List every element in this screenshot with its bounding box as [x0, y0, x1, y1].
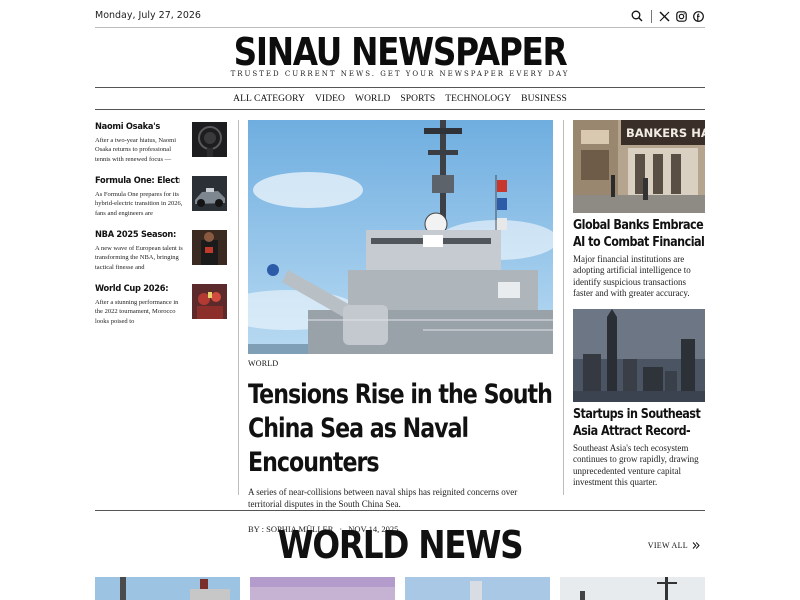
social-links: [630, 9, 705, 23]
featured-story: WORLD Tensions Rise in the South China S…: [248, 120, 553, 534]
world-news-cards: [95, 577, 705, 600]
x-twitter-icon[interactable]: [658, 10, 671, 23]
featured-summary: A series of near-collisions between nava…: [248, 487, 518, 509]
story-excerpt: As Formula One prepares for its hybrid-e…: [95, 191, 183, 217]
featured-headline[interactable]: Tensions Rise in the South China Sea as …: [248, 378, 553, 480]
nav-item-all-category[interactable]: ALL CATEGORY: [233, 94, 305, 104]
news-card-image[interactable]: [95, 577, 240, 600]
nav-item-video[interactable]: VIDEO: [315, 94, 345, 104]
facebook-icon[interactable]: [692, 10, 705, 23]
main-nav: ALL CATEGORY VIDEO WORLD SPORTS TECHNOLO…: [95, 87, 705, 110]
column-divider: [563, 120, 564, 495]
sidebar-stories: Naomi Osaka's After a two-year hiatus, N…: [95, 118, 230, 334]
story-thumbnail[interactable]: [192, 176, 227, 211]
story-excerpt: After a two-year hiatus, Naomi Osaka ret…: [95, 137, 177, 163]
view-all-label: VIEW ALL: [647, 541, 688, 550]
story-title[interactable]: NBA 2025 Season:: [95, 228, 180, 242]
top-bar: Monday, July 27, 2026: [95, 0, 705, 28]
list-item[interactable]: Startups in Southeast Asia Attract Recor…: [573, 309, 705, 488]
double-chevron-right-icon: [692, 542, 700, 549]
featured-image[interactable]: [248, 120, 553, 354]
column-divider: [238, 120, 239, 495]
news-card-image[interactable]: [560, 577, 705, 600]
divider: [651, 9, 652, 23]
instagram-icon[interactable]: [675, 10, 688, 23]
story-excerpt: A new wave of European talent is transfo…: [95, 245, 183, 271]
section-title: WORLD NEWS: [277, 523, 524, 567]
site-logo[interactable]: SINAU NEWSPAPER: [138, 30, 663, 74]
nav-item-world[interactable]: WORLD: [355, 94, 390, 104]
story-category[interactable]: WORLD: [248, 359, 553, 368]
list-item[interactable]: Naomi Osaka's After a two-year hiatus, N…: [95, 120, 230, 172]
search-icon[interactable]: [630, 10, 643, 23]
view-all-link[interactable]: VIEW ALL: [648, 541, 700, 550]
right-stories: BANKERS HA Global Banks Embrace AI to Co…: [573, 120, 705, 488]
story-title[interactable]: World Cup 2026:: [95, 282, 180, 296]
list-item[interactable]: Formula One: Electric Era As Formula One…: [95, 174, 230, 226]
story-title[interactable]: Naomi Osaka's: [95, 120, 180, 134]
story-excerpt: After a stunning performance in the 2022…: [95, 299, 179, 325]
story-image[interactable]: [573, 309, 705, 403]
story-title[interactable]: Formula One: Electric Era: [95, 174, 180, 188]
story-title[interactable]: Startups in Southeast Asia Attract Recor…: [573, 406, 705, 440]
nav-item-technology[interactable]: TECHNOLOGY: [445, 94, 511, 104]
story-thumbnail[interactable]: [192, 230, 227, 265]
section-divider: [95, 510, 705, 511]
story-title[interactable]: Global Banks Embrace AI to Combat Financ…: [573, 217, 705, 251]
story-thumbnail[interactable]: [192, 122, 227, 157]
nav-item-sports[interactable]: SPORTS: [400, 94, 435, 104]
list-item[interactable]: BANKERS HA Global Banks Embrace AI to Co…: [573, 120, 705, 299]
story-thumbnail[interactable]: [192, 284, 227, 319]
page: Monday, July 27, 2026 SINAU NEWSPAPER TR…: [95, 0, 705, 600]
masthead: SINAU NEWSPAPER TRUSTED CURRENT NEWS. GE…: [95, 30, 705, 78]
nav-item-business[interactable]: BUSINESS: [521, 94, 567, 104]
story-summary: Major financial institutions are adoptin…: [573, 254, 691, 298]
bank-sign-text: BANKERS HA: [626, 126, 705, 140]
current-date: Monday, July 27, 2026: [95, 10, 201, 21]
story-summary: Southeast Asia's tech ecosystem continue…: [573, 443, 699, 488]
news-card-image[interactable]: [405, 577, 550, 600]
list-item[interactable]: World Cup 2026: After a stunning perform…: [95, 282, 230, 334]
news-card-image[interactable]: [250, 577, 395, 600]
list-item[interactable]: NBA 2025 Season: A new wave of European …: [95, 228, 230, 280]
story-image[interactable]: BANKERS HA: [573, 120, 705, 213]
